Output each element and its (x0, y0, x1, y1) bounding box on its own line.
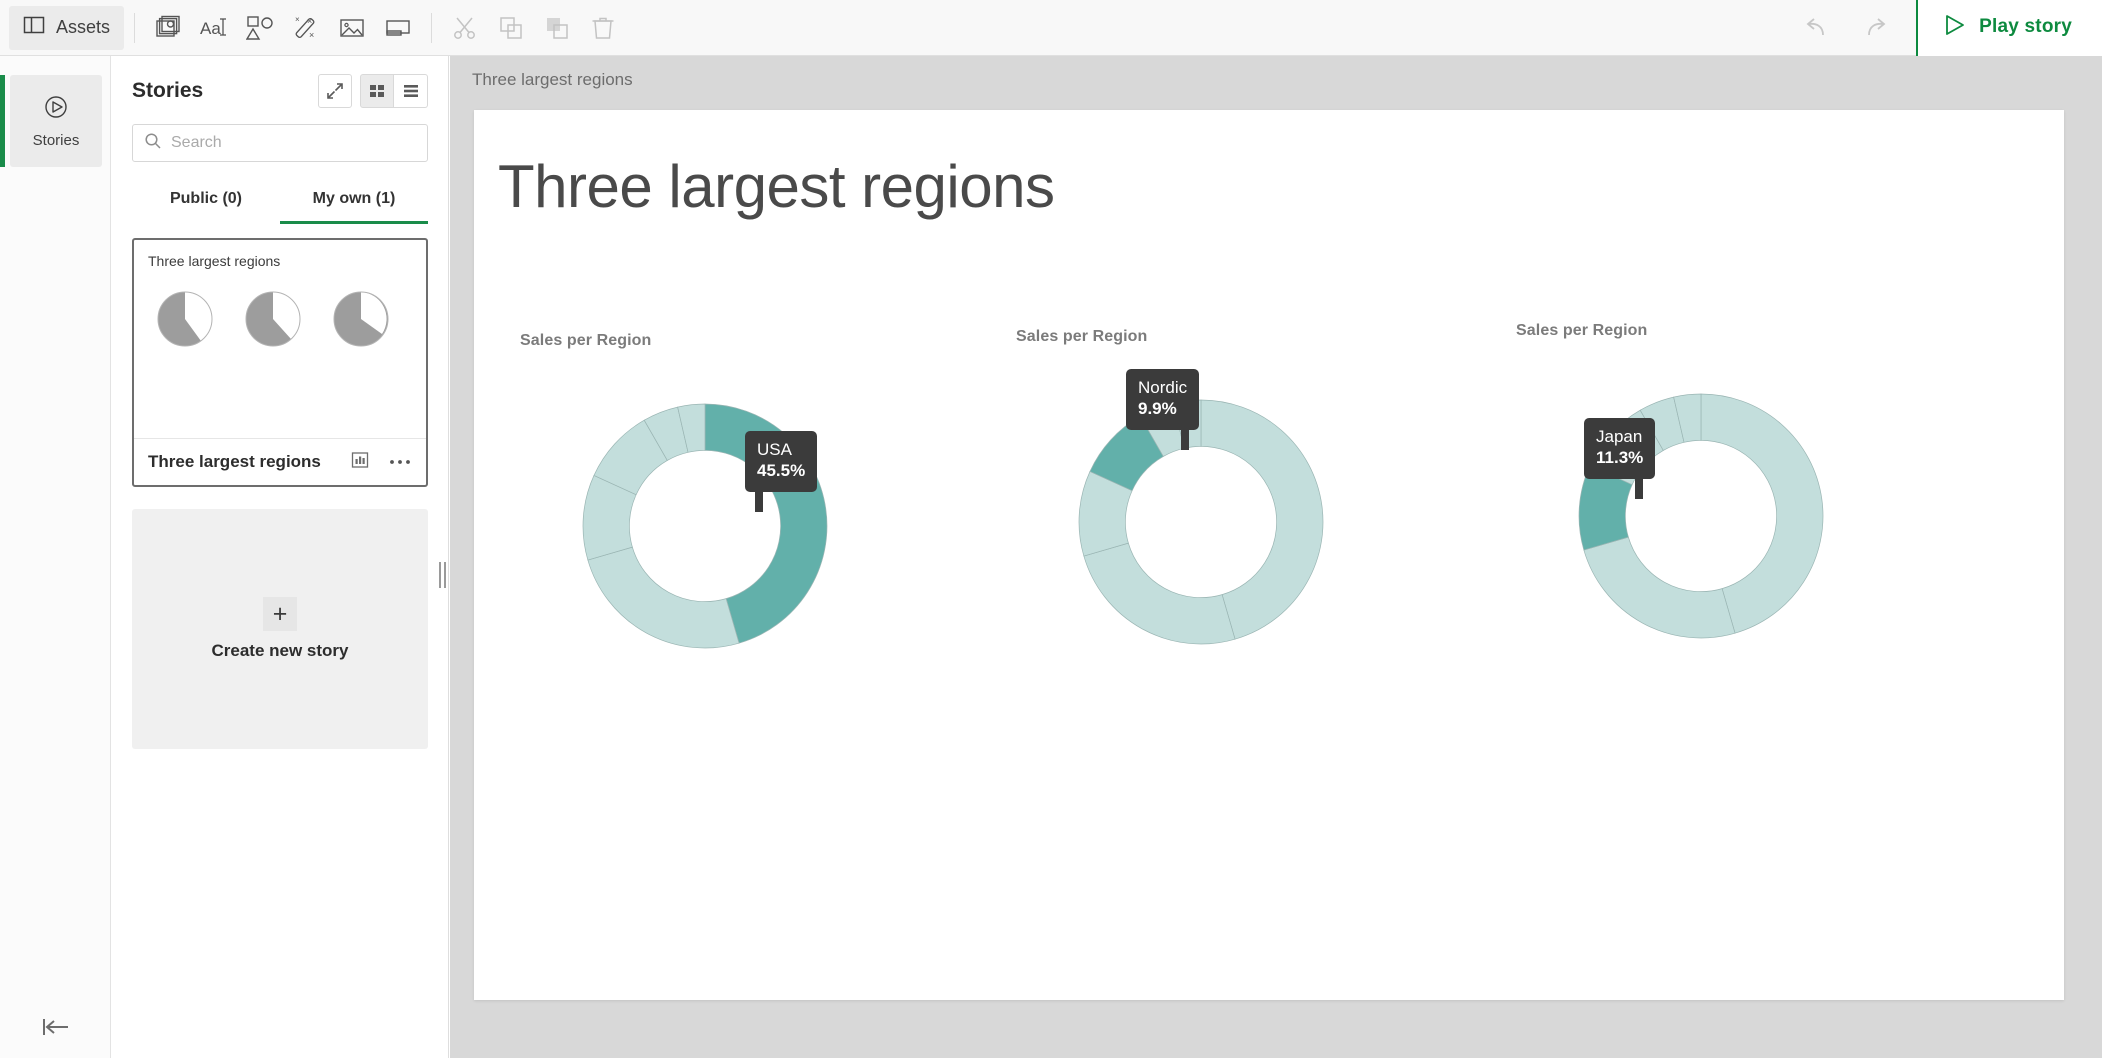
donut-2-tooltip-dimension: Nordic (1138, 378, 1188, 397)
undo-icon[interactable] (1790, 0, 1846, 56)
assets-button[interactable]: Assets (9, 5, 125, 50)
donut-2-wrap: Nordic 9.9% (1016, 369, 1376, 677)
tab-my-own[interactable]: My own (1) (280, 184, 428, 224)
thumbnail-pie-3 (333, 291, 389, 347)
play-icon (1942, 13, 1966, 42)
breadcrumb: Three largest regions (472, 70, 633, 89)
donut-slice[interactable] (1083, 542, 1236, 645)
stories-play-icon (42, 93, 70, 126)
donut-3-tooltip-value: 11.3% (1596, 448, 1644, 468)
effects-icon[interactable]: × × × (283, 6, 329, 50)
tooltip-tail (755, 489, 763, 512)
story-card[interactable]: Three largest regions Three largest regi… (132, 238, 428, 487)
more-options-icon[interactable] (388, 453, 412, 471)
collapse-left-icon (42, 1019, 68, 1035)
top-toolbar: Assets Aa × × × Play story (0, 0, 2102, 56)
list-view-button[interactable] (394, 74, 428, 108)
text-icon[interactable]: Aa (191, 6, 237, 50)
sidebar-item-stories-label: Stories (32, 132, 80, 149)
handle-bar-1 (438, 562, 441, 588)
handle-bar-2 (443, 562, 446, 588)
copy-icon[interactable] (488, 6, 534, 50)
chart-icon[interactable] (350, 450, 370, 475)
media-library-icon[interactable] (329, 6, 375, 50)
assets-panel-icon (23, 14, 45, 41)
view-toggle-group (360, 74, 428, 108)
donut-slice[interactable] (587, 546, 740, 649)
story-card-footer: Three largest regions (134, 438, 426, 485)
story-stage: Three largest regions Three largest regi… (450, 56, 2102, 1058)
list-icon (403, 85, 418, 97)
delete-icon[interactable] (580, 6, 626, 50)
svg-text:×: × (309, 30, 314, 40)
assets-button-label: Assets (56, 17, 111, 37)
donut-2-title: Sales per Region (1016, 328, 1148, 345)
donut-3-wrap: Japan 11.3% (1516, 366, 1876, 671)
shapes-icon[interactable] (237, 6, 283, 50)
donut-2-tooltip-value: 9.9% (1138, 399, 1177, 419)
thumbnail-pie-1 (157, 291, 213, 347)
collapse-sidebar-button[interactable] (0, 1016, 111, 1038)
toolbar-divider-2 (431, 12, 433, 43)
donut-3-title: Sales per Region (1516, 322, 1648, 339)
play-story-button[interactable]: Play story (1918, 0, 2102, 56)
story-card-name: Three largest regions (148, 452, 321, 471)
sheets-icon[interactable] (375, 6, 421, 50)
sidebar-item-stories[interactable]: Stories (0, 75, 102, 167)
story-card-thumb-title: Three largest regions (148, 253, 281, 269)
toolbar-divider (134, 12, 136, 43)
donut-1-tooltip-dimension: USA (757, 440, 792, 459)
create-new-story-card[interactable]: + Create new story (132, 509, 428, 749)
stories-panel: Stories Search Public (0) My own (1) Thr… (112, 56, 449, 1058)
donut-slice[interactable] (1583, 536, 1736, 639)
search-icon (144, 132, 162, 155)
paste-icon[interactable] (534, 6, 580, 50)
redo-icon[interactable] (1846, 0, 1902, 56)
plus-icon: + (263, 597, 297, 631)
left-icon-rail: Stories (0, 56, 111, 1058)
donut-1-title: Sales per Region (520, 332, 652, 349)
tooltip-tail (1181, 427, 1190, 450)
thumbnail-pies (148, 290, 412, 348)
panel-resize-handle[interactable] (437, 560, 447, 590)
panel-title: Stories (132, 79, 204, 102)
snapshot-donut-3[interactable]: Sales per Region Japan 11.3% (1516, 322, 1876, 671)
stories-tabs: Public (0) My own (1) (132, 184, 428, 224)
stories-panel-header: Stories (112, 56, 448, 114)
donut-1-wrap: USA 45.5% (520, 376, 880, 681)
grid-view-button[interactable] (360, 74, 394, 108)
snapshot-donut-1[interactable]: Sales per Region USA 45.5% (520, 332, 880, 681)
toolbar-right-group: Play story (1790, 0, 2102, 56)
expand-diagonal-icon (327, 83, 343, 99)
svg-text:Aa: Aa (200, 19, 221, 38)
story-card-thumbnail: Three largest regions (134, 240, 426, 438)
donut-chart-1[interactable] (520, 376, 880, 676)
donut-3-tooltip: Japan 11.3% (1584, 418, 1656, 499)
panel-header-actions (318, 74, 428, 108)
donut-1-tooltip: USA 45.5% (745, 431, 818, 512)
search-box[interactable] (132, 124, 428, 162)
donut-2-tooltip: Nordic 9.9% (1126, 369, 1200, 450)
snapshot-donut-2[interactable]: Sales per Region Nordic 9.9% (1016, 328, 1376, 677)
tab-public[interactable]: Public (0) (132, 184, 280, 224)
snapshot-library-icon[interactable] (145, 6, 191, 50)
svg-text:×: × (307, 16, 312, 26)
expand-panel-button[interactable] (318, 74, 352, 108)
donut-3-tooltip-dimension: Japan (1596, 427, 1643, 446)
story-slide[interactable]: Three largest regions Sales per Region U… (474, 110, 2064, 1000)
story-card-actions (350, 450, 412, 475)
search-input[interactable] (171, 134, 416, 152)
stories-card-list: Three largest regions Three largest regi… (112, 224, 448, 749)
create-new-story-label: Create new story (211, 641, 349, 660)
slide-title: Three largest regions (498, 153, 1055, 220)
thumbnail-pie-2 (245, 291, 301, 347)
donut-1-tooltip-value: 45.5% (757, 461, 806, 481)
tooltip-tail (1635, 476, 1644, 499)
grid-icon (370, 85, 384, 97)
svg-text:×: × (295, 15, 300, 24)
donut-chart-3[interactable] (1516, 366, 1876, 666)
play-story-label: Play story (1979, 16, 2072, 37)
cut-icon[interactable] (442, 6, 488, 50)
